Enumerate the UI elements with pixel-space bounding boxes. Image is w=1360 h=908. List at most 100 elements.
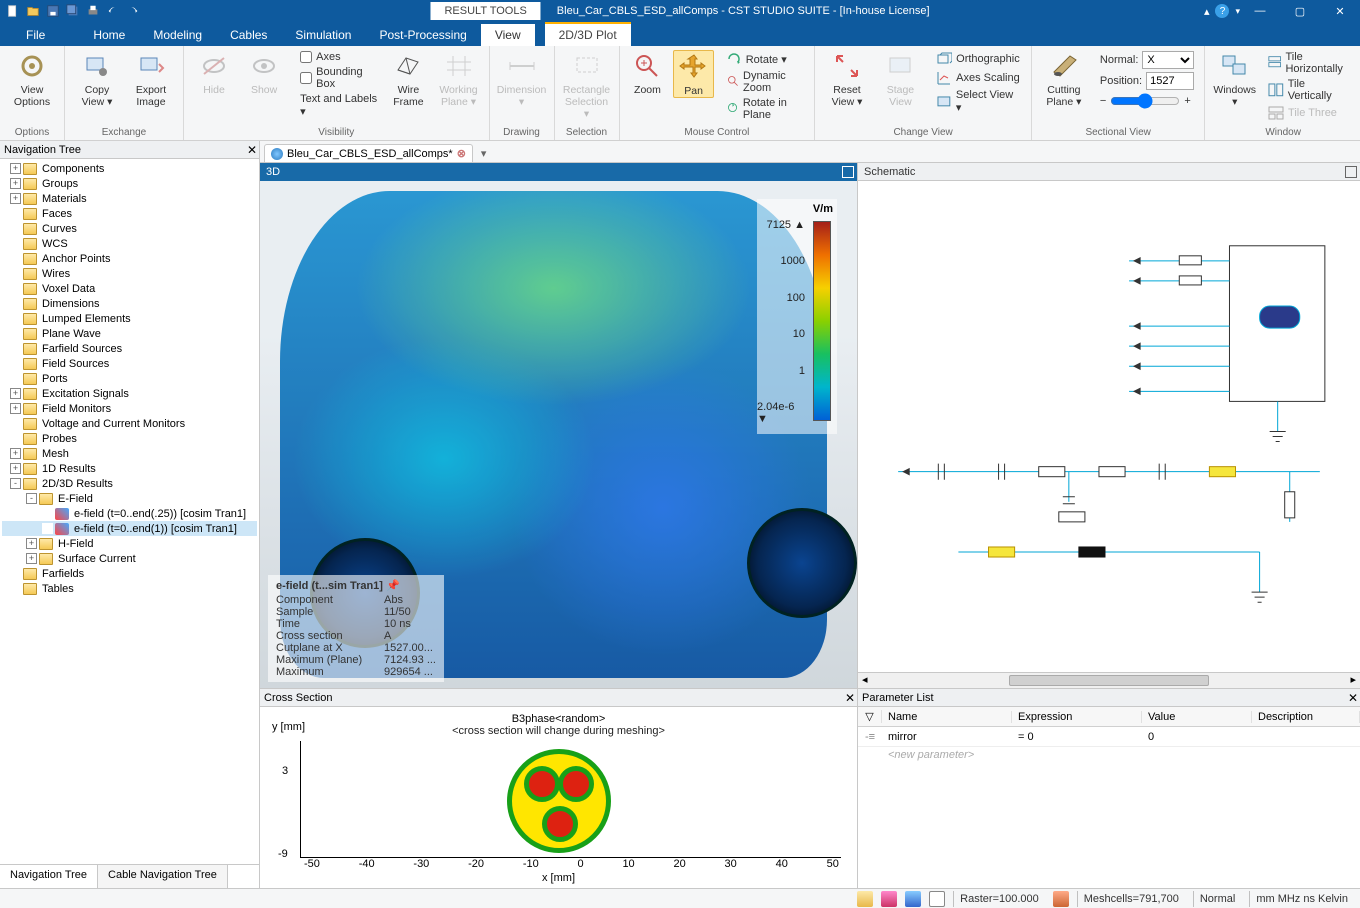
close-icon[interactable]: ✕ bbox=[247, 143, 257, 157]
scroll-left-icon[interactable]: ◂ bbox=[862, 673, 868, 686]
status-view-icon[interactable] bbox=[905, 891, 921, 907]
expand-icon[interactable]: + bbox=[10, 163, 21, 174]
tree-item[interactable]: +Field Monitors bbox=[2, 401, 257, 416]
help-icon[interactable]: ? bbox=[1215, 4, 1229, 18]
tab-postprocessing[interactable]: Post-Processing bbox=[365, 24, 480, 46]
tree-item[interactable]: +Components bbox=[2, 161, 257, 176]
scroll-right-icon[interactable]: ▸ bbox=[1350, 673, 1356, 686]
schematic-canvas[interactable] bbox=[858, 181, 1360, 672]
tree-item[interactable]: Tables bbox=[2, 581, 257, 596]
tree-item[interactable]: +Materials bbox=[2, 191, 257, 206]
expand-icon[interactable]: + bbox=[10, 463, 21, 474]
tree-item[interactable]: Ports bbox=[2, 371, 257, 386]
collapse-icon[interactable]: - bbox=[10, 478, 21, 489]
close-icon[interactable]: ✕ bbox=[845, 691, 855, 705]
tree-item[interactable]: Curves bbox=[2, 221, 257, 236]
undo-icon[interactable] bbox=[104, 2, 122, 20]
tree-item[interactable]: e-field (t=0..end(.25)) [cosim Tran1] bbox=[2, 506, 257, 521]
ribbon-collapse-icon[interactable]: ▴ bbox=[1204, 5, 1210, 18]
expand-icon[interactable]: + bbox=[10, 193, 21, 204]
slider-minus-icon[interactable]: − bbox=[1100, 95, 1106, 107]
expand-icon[interactable]: + bbox=[26, 553, 37, 564]
filter-icon[interactable]: ▽ bbox=[858, 710, 882, 723]
view-options-button[interactable]: View Options bbox=[8, 50, 56, 108]
pan-button[interactable]: Pan bbox=[673, 50, 713, 98]
status-select-icon[interactable] bbox=[881, 891, 897, 907]
minimize-button[interactable]: — bbox=[1240, 0, 1280, 22]
axes-checkbox[interactable]: Axes bbox=[298, 50, 380, 64]
maximize-pane-icon[interactable] bbox=[842, 166, 854, 178]
text-labels-dropdown[interactable]: Text and Labels ▾ bbox=[298, 92, 380, 119]
tab-modeling[interactable]: Modeling bbox=[139, 24, 216, 46]
new-parameter-row[interactable]: <new parameter> bbox=[858, 747, 1360, 763]
tree-item[interactable]: Probes bbox=[2, 431, 257, 446]
tile-vertically-button[interactable]: Tile Vertically bbox=[1266, 77, 1353, 103]
slider-plus-icon[interactable]: + bbox=[1184, 95, 1190, 107]
tree-item[interactable]: -E-Field bbox=[2, 491, 257, 506]
nav-tab-cable-navigation-tree[interactable]: Cable Navigation Tree bbox=[98, 865, 228, 888]
select-view-button[interactable]: Select View ▾ bbox=[934, 88, 1023, 115]
close-icon[interactable]: ⊗ bbox=[457, 147, 466, 160]
tree-item[interactable]: Anchor Points bbox=[2, 251, 257, 266]
tree-item[interactable]: Lumped Elements bbox=[2, 311, 257, 326]
scroll-thumb[interactable] bbox=[1009, 675, 1210, 686]
print-icon[interactable] bbox=[84, 2, 102, 20]
orthographic-button[interactable]: Orthographic bbox=[934, 50, 1023, 68]
position-slider[interactable] bbox=[1110, 93, 1180, 109]
tree-item[interactable]: Voxel Data bbox=[2, 281, 257, 296]
expand-icon[interactable]: + bbox=[26, 538, 37, 549]
parameter-row[interactable]: -≡ mirror = 0 0 bbox=[858, 727, 1360, 747]
tree-item[interactable]: Field Sources bbox=[2, 356, 257, 371]
document-tab[interactable]: Bleu_Car_CBLS_ESD_allComps* ⊗ bbox=[264, 144, 473, 162]
rotate-in-plane-button[interactable]: Rotate in Plane bbox=[724, 96, 807, 122]
normal-select[interactable]: X bbox=[1142, 51, 1194, 69]
tree-item[interactable]: Farfields bbox=[2, 566, 257, 581]
tree-item[interactable]: +Surface Current bbox=[2, 551, 257, 566]
tree-item[interactable]: Voltage and Current Monitors bbox=[2, 416, 257, 431]
tree-item[interactable]: WCS bbox=[2, 236, 257, 251]
tile-horizontally-button[interactable]: Tile Horizontally bbox=[1266, 50, 1353, 76]
pin-icon[interactable]: 📌 bbox=[386, 580, 400, 592]
copy-view-button[interactable]: Copy View ▾ bbox=[73, 50, 121, 108]
save-icon[interactable] bbox=[44, 2, 62, 20]
status-grid-icon[interactable] bbox=[929, 891, 945, 907]
windows-button[interactable]: Windows ▾ bbox=[1213, 50, 1256, 108]
tree-item[interactable]: Farfield Sources bbox=[2, 341, 257, 356]
zoom-button[interactable]: Zoom bbox=[628, 50, 668, 96]
open-file-icon[interactable] bbox=[24, 2, 42, 20]
tab-2d3d-plot[interactable]: 2D/3D Plot bbox=[545, 22, 631, 46]
status-mesh-icon[interactable] bbox=[1053, 891, 1069, 907]
bounding-box-checkbox[interactable]: Bounding Box bbox=[298, 65, 380, 91]
tree-item[interactable]: Plane Wave bbox=[2, 326, 257, 341]
reset-view-button[interactable]: Reset View ▾ bbox=[823, 50, 870, 108]
tree-item[interactable]: Dimensions bbox=[2, 296, 257, 311]
new-file-icon[interactable] bbox=[4, 2, 22, 20]
schematic-scrollbar[interactable]: ◂ ▸ bbox=[858, 672, 1360, 688]
expand-icon[interactable]: + bbox=[10, 448, 21, 459]
expand-icon[interactable]: + bbox=[10, 178, 21, 189]
expand-icon[interactable]: + bbox=[10, 403, 21, 414]
nav-tab-navigation-tree[interactable]: Navigation Tree bbox=[0, 865, 98, 888]
wire-frame-button[interactable]: Wire Frame bbox=[386, 50, 430, 108]
status-zoom-icon[interactable] bbox=[857, 891, 873, 907]
view-3d-canvas[interactable]: V/m 7125 ▲ 1000 100 10 1 2.04e-6 ▼ e-fie… bbox=[260, 181, 857, 688]
expand-icon[interactable]: + bbox=[10, 388, 21, 399]
cross-section-canvas[interactable]: B3phase<random> <cross section will chan… bbox=[260, 707, 857, 888]
position-input[interactable] bbox=[1146, 72, 1194, 90]
tree-item[interactable]: Wires bbox=[2, 266, 257, 281]
redo-icon[interactable] bbox=[124, 2, 142, 20]
tree-item[interactable]: -2D/3D Results bbox=[2, 476, 257, 491]
tree-item[interactable]: +Mesh bbox=[2, 446, 257, 461]
tab-cables[interactable]: Cables bbox=[216, 24, 281, 46]
rotate-button[interactable]: Rotate ▾ bbox=[724, 50, 807, 68]
navigation-tree[interactable]: +Components+Groups+MaterialsFacesCurvesW… bbox=[0, 159, 259, 864]
tree-item[interactable]: +Excitation Signals bbox=[2, 386, 257, 401]
close-icon[interactable]: ✕ bbox=[1348, 691, 1358, 705]
tab-dropdown-icon[interactable]: ▾ bbox=[477, 145, 491, 162]
file-tab[interactable]: File bbox=[12, 24, 59, 46]
tree-item[interactable]: +Groups bbox=[2, 176, 257, 191]
tree-item[interactable]: Faces bbox=[2, 206, 257, 221]
close-button[interactable]: ✕ bbox=[1320, 0, 1360, 22]
axes-scaling-button[interactable]: Axes Scaling bbox=[934, 69, 1023, 87]
maximize-button[interactable]: ▢ bbox=[1280, 0, 1320, 22]
